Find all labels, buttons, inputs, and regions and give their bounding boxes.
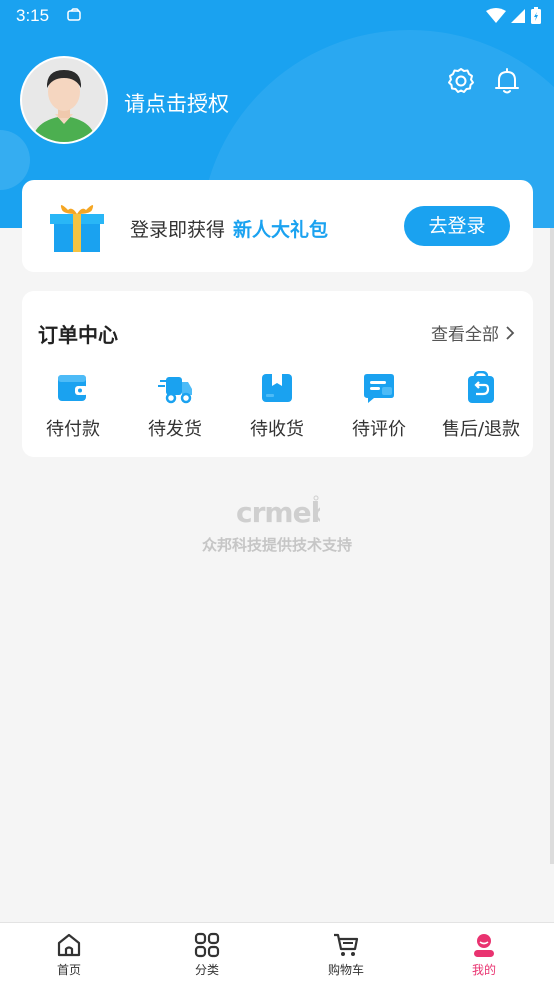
tab-label: 我的 bbox=[471, 963, 496, 977]
crmeb-logo: crmeb bbox=[236, 495, 320, 528]
order-item-label: 待收货 bbox=[250, 419, 304, 440]
box-icon bbox=[262, 374, 292, 402]
gift-icon bbox=[50, 205, 104, 252]
login-prompt: 登录即获得 bbox=[130, 219, 226, 241]
cart-icon bbox=[334, 933, 359, 956]
login-button[interactable]: 去登录 bbox=[404, 206, 510, 246]
tab-profile[interactable]: 我的 bbox=[444, 931, 524, 978]
signal-icon bbox=[511, 9, 525, 23]
order-item-pending-payment[interactable]: 待付款 bbox=[22, 371, 124, 441]
login-promo-card: 登录即获得 新人大礼包 去登录 bbox=[22, 180, 533, 272]
bell-icon[interactable] bbox=[492, 66, 522, 96]
comment-icon bbox=[364, 374, 394, 403]
username-authorize-link[interactable]: 请点击授权 bbox=[124, 88, 229, 118]
view-all-label: 查看全部 bbox=[431, 325, 499, 345]
notification-icon bbox=[67, 8, 81, 21]
tab-category[interactable]: 分类 bbox=[167, 931, 247, 978]
order-item-pending-receipt[interactable]: 待收货 bbox=[226, 371, 328, 441]
order-item-label: 待付款 bbox=[46, 419, 100, 440]
avatar[interactable] bbox=[20, 56, 108, 144]
order-item-pending-shipment[interactable]: 待发货 bbox=[124, 371, 226, 441]
view-all-orders-link[interactable]: 查看全部 bbox=[431, 320, 515, 345]
tab-label: 购物车 bbox=[327, 963, 364, 977]
order-item-label: 待发货 bbox=[148, 419, 202, 440]
tab-cart[interactable]: 购物车 bbox=[306, 931, 386, 978]
chevron-right-icon bbox=[506, 325, 515, 340]
tab-label: 分类 bbox=[194, 963, 219, 977]
order-item-label: 待评价 bbox=[352, 419, 406, 440]
refund-icon bbox=[468, 371, 494, 403]
home-icon bbox=[57, 933, 81, 957]
bottom-tab-bar: 首页 分类 购物车 我的 bbox=[0, 922, 554, 984]
tab-home[interactable]: 首页 bbox=[29, 931, 109, 978]
login-promo-text: 登录即获得 新人大礼包 bbox=[130, 215, 328, 242]
order-center-card: 订单中心 查看全部 待付款 待发货 待收货 待评价 售后/退款 bbox=[22, 291, 533, 457]
scrollbar[interactable] bbox=[550, 228, 554, 864]
order-center-title: 订单中心 bbox=[38, 323, 118, 347]
order-item-after-sales-refund[interactable]: 售后/退款 bbox=[430, 371, 532, 441]
order-item-pending-review[interactable]: 待评价 bbox=[328, 371, 430, 441]
settings-icon[interactable] bbox=[446, 66, 476, 96]
profile-icon bbox=[474, 934, 494, 957]
avatar-image bbox=[22, 58, 106, 142]
order-item-label: 售后/退款 bbox=[441, 419, 521, 440]
order-status-list: 待付款 待发货 待收货 待评价 售后/退款 bbox=[22, 371, 533, 441]
category-icon bbox=[194, 932, 220, 958]
battery-icon bbox=[531, 7, 541, 24]
wallet-icon bbox=[58, 375, 88, 401]
status-time: 3:15 bbox=[16, 6, 50, 25]
tab-label: 首页 bbox=[56, 963, 81, 977]
tech-support-text: 众邦科技提供技术支持 bbox=[201, 536, 352, 554]
brand-logo-text: crmeb bbox=[236, 496, 320, 528]
truck-icon bbox=[158, 377, 192, 404]
status-bar: 3:15 bbox=[0, 0, 554, 32]
new-user-gift-label: 新人大礼包 bbox=[233, 219, 329, 241]
wifi-icon bbox=[486, 8, 506, 23]
